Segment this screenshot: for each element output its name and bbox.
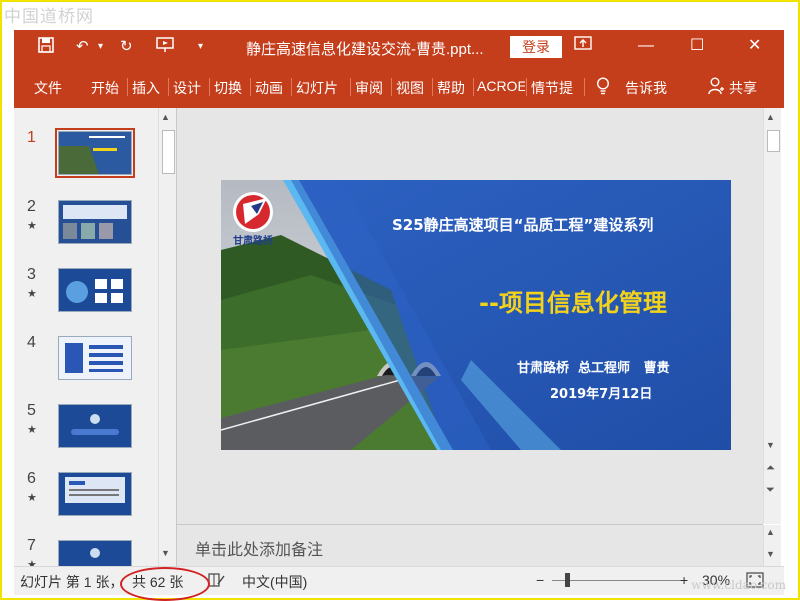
scroll-up-icon[interactable]: ▲ — [766, 527, 775, 537]
animation-star-icon: ★ — [27, 220, 37, 232]
slide-thumbnail-1[interactable] — [55, 128, 135, 178]
tab-file[interactable]: 文件 — [34, 78, 62, 98]
tab-separator — [127, 78, 128, 96]
slide-thumbnail-3[interactable] — [58, 268, 132, 312]
animation-star-icon: ★ — [27, 424, 37, 436]
tab-storyboard[interactable]: 情节提 — [531, 78, 581, 98]
close-icon[interactable]: ✕ — [748, 35, 761, 57]
person-add-icon[interactable] — [708, 77, 724, 98]
tab-help[interactable]: 帮助 — [437, 78, 465, 98]
slide-thumbnail-7[interactable] — [58, 540, 132, 568]
tab-separator — [526, 78, 527, 96]
tab-separator — [350, 78, 351, 96]
maximize-icon[interactable]: ☐ — [690, 35, 704, 57]
tab-separator — [209, 78, 210, 96]
tab-home[interactable]: 开始 — [91, 78, 119, 98]
minimize-icon[interactable]: — — [638, 35, 654, 57]
slide-number: 1 — [27, 129, 36, 146]
undo-icon[interactable]: ↶ — [76, 37, 89, 57]
tab-animations[interactable]: 动画 — [255, 78, 283, 98]
share-button[interactable]: 共享 — [729, 78, 757, 98]
customize-icon[interactable]: ▾ — [198, 37, 203, 57]
slide-thumbnail-2[interactable] — [58, 200, 132, 244]
slide-thumbnail-4[interactable] — [58, 336, 132, 380]
slide-editor: 甘肃路桥 S25静庄高速项目“品质工程”建设系列 --项目信息化管理 甘肃路桥 … — [177, 108, 781, 524]
editor-scrollbar[interactable]: ▲ ▼ ⏶ ⏷ — [763, 108, 781, 524]
animation-star-icon: ★ — [27, 492, 37, 504]
tell-me-search[interactable]: 告诉我 — [625, 78, 667, 98]
scroll-down-icon[interactable]: ▼ — [161, 548, 170, 558]
tab-design[interactable]: 设计 — [173, 78, 201, 98]
slide-position: 幻灯片 第 1 张， — [20, 574, 124, 590]
previous-slide-icon[interactable]: ⏶ — [766, 462, 775, 475]
title-bar: ↶ ▾ ↻ ▾ 静庄高速信息化建设交流-曹贵.ppt... 登录 — ☐ ✕ — [14, 30, 784, 64]
tab-slideshow[interactable]: 幻灯片 — [296, 78, 348, 98]
tab-insert[interactable]: 插入 — [132, 78, 160, 98]
slide-number: 3 — [27, 266, 36, 283]
zoom-in-icon[interactable]: + — [680, 572, 688, 588]
tab-review[interactable]: 审阅 — [355, 78, 383, 98]
scrollbar-thumb[interactable] — [162, 130, 175, 174]
slide-logo-text: 甘肃路桥 — [233, 236, 273, 247]
tab-transitions[interactable]: 切换 — [214, 78, 242, 98]
highlight-ellipse — [120, 567, 210, 601]
next-slide-icon[interactable]: ⏷ — [766, 484, 775, 497]
scroll-down-icon[interactable]: ▼ — [766, 440, 775, 450]
slide-title: S25静庄高速项目“品质工程”建设系列 — [392, 216, 654, 234]
tab-view[interactable]: 视图 — [396, 78, 424, 98]
slide-number: 7 — [27, 537, 36, 554]
lightbulb-icon[interactable] — [596, 77, 610, 98]
slide-presenter: 甘肃路桥 总工程师 曹贵 — [517, 361, 670, 376]
scrollbar-thumb[interactable] — [767, 130, 780, 152]
notes-scrollbar[interactable]: ▲ ▼ — [763, 525, 781, 567]
notes-placeholder: 单击此处添加备注 — [195, 542, 324, 559]
tab-acrobat[interactable]: ACROE — [477, 78, 525, 94]
thumbnail-scrollbar[interactable]: ▲ ▼ — [158, 108, 176, 566]
slide-number: 2 — [27, 198, 36, 215]
zoom-slider-track[interactable] — [552, 580, 684, 581]
spelling-check-icon[interactable] — [208, 572, 226, 591]
document-title: 静庄高速信息化建设交流-曹贵.ppt... — [246, 41, 484, 58]
slide-date: 2019年7月12日 — [550, 387, 653, 402]
tab-separator — [168, 78, 169, 96]
tab-separator — [473, 78, 474, 96]
slide-number: 4 — [27, 334, 36, 351]
ribbon-tabs: 文件 开始 插入 设计 切换 动画 幻灯片 审阅 视图 帮助 ACROE 情节提… — [14, 64, 784, 108]
scroll-up-icon[interactable]: ▲ — [161, 112, 170, 122]
undo-dropdown-icon[interactable]: ▾ — [98, 37, 103, 57]
tab-separator — [250, 78, 251, 96]
slide-thumbnail-6[interactable] — [58, 472, 132, 516]
watermark-bottom: www.cldao.com — [691, 578, 786, 592]
animation-star-icon: ★ — [27, 288, 37, 300]
slide-number: 5 — [27, 402, 36, 419]
scroll-up-icon[interactable]: ▲ — [766, 112, 775, 122]
tab-separator — [584, 78, 585, 96]
tab-separator — [391, 78, 392, 96]
scroll-down-icon[interactable]: ▼ — [766, 549, 775, 559]
save-icon[interactable] — [38, 37, 54, 59]
slide-number: 6 — [27, 470, 36, 487]
slide-thumbnail-pane: 1 2 ★ 3 ★ 4 5 ★ 6 ★ 7 ★ ▲ ▼ — [14, 108, 177, 571]
current-slide[interactable]: 甘肃路桥 S25静庄高速项目“品质工程”建设系列 --项目信息化管理 甘肃路桥 … — [221, 180, 731, 450]
language-indicator[interactable]: 中文(中国) — [242, 572, 307, 592]
zoom-out-icon[interactable]: − — [536, 572, 544, 588]
slideshow-icon[interactable] — [156, 37, 174, 59]
ribbon-display-icon[interactable] — [574, 35, 592, 58]
tab-separator — [432, 78, 433, 96]
tab-separator — [291, 78, 292, 96]
login-button[interactable]: 登录 — [510, 36, 562, 58]
notes-pane[interactable]: 单击此处添加备注 ▲ ▼ — [177, 524, 781, 567]
zoom-slider-thumb[interactable] — [565, 573, 570, 587]
slide-thumbnail-5[interactable] — [58, 404, 132, 448]
redo-icon[interactable]: ↻ — [120, 37, 133, 57]
slide-subtitle: --项目信息化管理 — [479, 289, 667, 317]
watermark-top: 中国道桥网 — [4, 7, 94, 27]
